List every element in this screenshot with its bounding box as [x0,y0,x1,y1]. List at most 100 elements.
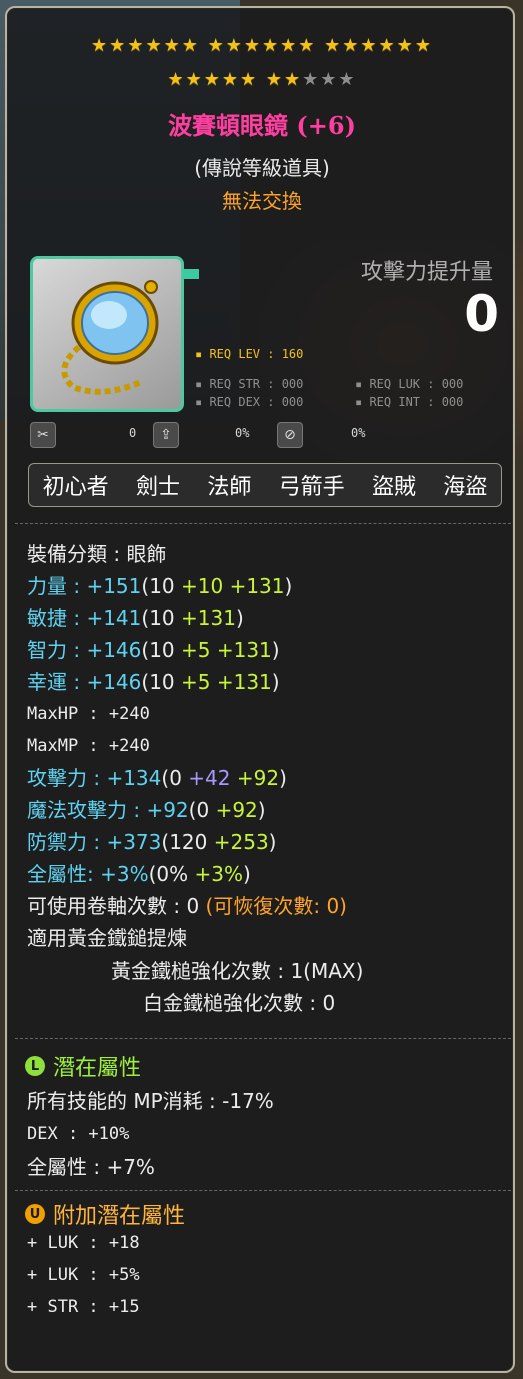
potential-header: L 潛在屬性 [25,1050,141,1082]
additional-potential-header: U 附加潛在屬性 [25,1198,185,1230]
scroll-count-text: 可使用卷軸次數 : 0 [27,894,206,918]
stat-dex-bonus2: +131 [181,606,236,630]
potential-title: 潛在屬性 [53,1056,142,1081]
monocle-icon [61,280,159,395]
stat-dex-label: 敏捷 : [27,606,87,630]
stat-dex-end: ) [235,606,244,630]
req-int: ▪ REQ INT : 000 [355,395,464,409]
req-dex: ▪ REQ DEX : 000 [195,395,304,409]
potential-line-1: 所有技能的 MP消耗 : -17% [27,1089,274,1113]
stat-str-bonus1: +10 [181,574,224,598]
legendary-badge-icon: L [25,1056,45,1076]
stat-def-label: 防禦力 : [27,830,107,854]
divider [15,1190,511,1191]
item-tooltip: ★★★★★★ ★★★★★★ ★★★★★★ ★★★★★ ★★★★★ 波賽頓眼鏡 (… [5,6,515,1373]
flag-icon [183,269,199,279]
stat-atk-base: (0 [161,766,189,790]
item-grade: (傳說等級道具) [194,156,330,180]
stat-all-end: ) [243,862,251,886]
star-force-stars: ★★★★★★ ★★★★★★ ★★★★★★ [91,35,433,56]
job-magician: 法師 [207,475,252,500]
stat-str-base: (10 [141,574,181,598]
stat-def-bonus2: +253 [213,830,269,854]
stat-dex: 敏捷 : +141(10 +131) [27,605,244,631]
item-icon-frame[interactable] [30,256,199,412]
star-force-stars-filled: ★★★★★ ★★ [167,69,303,90]
stat-attack: 攻擊力 : +134(0 +42 +92) [27,765,287,791]
item-name: 波賽頓眼鏡 (+6) [168,111,356,140]
req-str-text: REQ STR : 000 [209,377,304,391]
mini-value-1: 0 [129,426,137,440]
potential-line-2: DEX : +10% [27,1124,130,1144]
additional-potential-line-2: + LUK : +5% [27,1265,140,1285]
stat-all-bonus2: +3% [194,862,244,886]
stat-matk-bonus2: +92 [215,798,258,822]
stat-matk-total: +92 [146,798,189,822]
stat-luk: 幸運 : +146(10 +5 +131) [27,669,280,695]
job-pirate: 海盜 [443,475,488,500]
unique-badge-icon: U [25,1204,45,1224]
gold-hammer-count: 黃金鐵槌強化次數 : 1(MAX) [111,959,364,983]
stat-str-total: +151 [86,574,142,598]
stat-maxhp: MaxHP : +240 [27,704,150,724]
job-beginner: 初心者 [42,475,109,500]
stat-luk-base: (10 [141,670,181,694]
hammer-applicable: 適用黃金鐵鎚提煉 [27,926,187,950]
stat-int-base: (10 [141,638,181,662]
stat-atk-purple: +42 [188,766,231,790]
job-warrior: 劍士 [135,475,180,500]
stat-atk-end: ) [279,766,287,790]
stat-maxmp: MaxMP : +240 [27,736,150,756]
additional-potential-line-1: + LUK : +18 [27,1233,140,1253]
divider [15,1038,511,1039]
mini-value-2: 0% [235,426,250,440]
equip-category: 裝備分類 : 眼飾 [27,542,167,566]
additional-potential-title: 附加潛在屬性 [53,1204,186,1229]
req-level-text: REQ LEV : 160 [209,347,304,361]
job-list: 初心者 劍士 法師 弓箭手 盜賊 海盜 [28,463,502,507]
stat-int-label: 智力 : [27,638,87,662]
stat-int-total: +146 [86,638,142,662]
scroll-count: 可使用卷軸次數 : 0 (可恢復次數: 0) [27,893,347,919]
stat-magic-attack: 魔法攻擊力 : +92(0 +92) [27,797,266,823]
stat-all-label: 全屬性: [27,862,101,886]
req-dex-text: REQ DEX : 000 [209,395,304,409]
req-luk: ▪ REQ LUK : 000 [355,377,464,391]
upload-icon: ⇪ [153,422,179,448]
stat-matk-label: 魔法攻擊力 : [27,798,147,822]
stat-atk-bonus2: +92 [230,766,280,790]
stat-int: 智力 : +146(10 +5 +131) [27,637,280,663]
shield-slash-icon: ⊘ [277,422,303,448]
stat-matk-base: (0 [188,798,216,822]
star-force-row-1: ★★★★★★ ★★★★★★ ★★★★★★ [7,36,517,56]
attack-increase-label: 攻擊力提升量 [360,260,493,285]
stat-luk-total: +146 [86,670,142,694]
stat-all-base: (0% [148,862,195,886]
stat-str-bonus2: +131 [223,574,285,598]
scroll-recover-text: (可恢復次數: 0) [205,894,347,918]
stat-luk-end: ) [271,670,280,694]
star-force-stars-empty: ★★★ [302,69,357,90]
stat-int-end: ) [271,638,280,662]
additional-potential-line-3: + STR : +15 [27,1297,140,1317]
trade-status: 無法交換 [222,189,302,213]
req-luk-text: REQ LUK : 000 [369,377,464,391]
platinum-hammer-count: 白金鐵槌強化次數 : 0 [143,991,336,1015]
mini-value-3: 0% [351,426,366,440]
req-level: ▪ REQ LEV : 160 [195,347,304,361]
stat-dex-base: (10 [141,606,181,630]
stat-defense: 防禦力 : +373(120 +253) [27,829,276,855]
job-bowman: 弓箭手 [278,475,345,500]
req-str: ▪ REQ STR : 000 [195,377,304,391]
stat-matk-end: ) [257,798,266,822]
stat-def-base: (120 [161,830,214,854]
stat-luk-label: 幸運 : [27,670,87,694]
stat-all: 全屬性: +3%(0% +3%) [27,861,251,887]
stat-def-end: ) [268,830,277,854]
stat-dex-total: +141 [86,606,142,630]
stat-int-bonus1: +5 [181,638,211,662]
stat-int-bonus2: +131 [210,638,272,662]
stat-atk-label: 攻擊力 : [27,766,107,790]
star-force-row-2: ★★★★★ ★★★★★ [7,70,517,90]
scissors-icon: ✂ [30,422,56,448]
